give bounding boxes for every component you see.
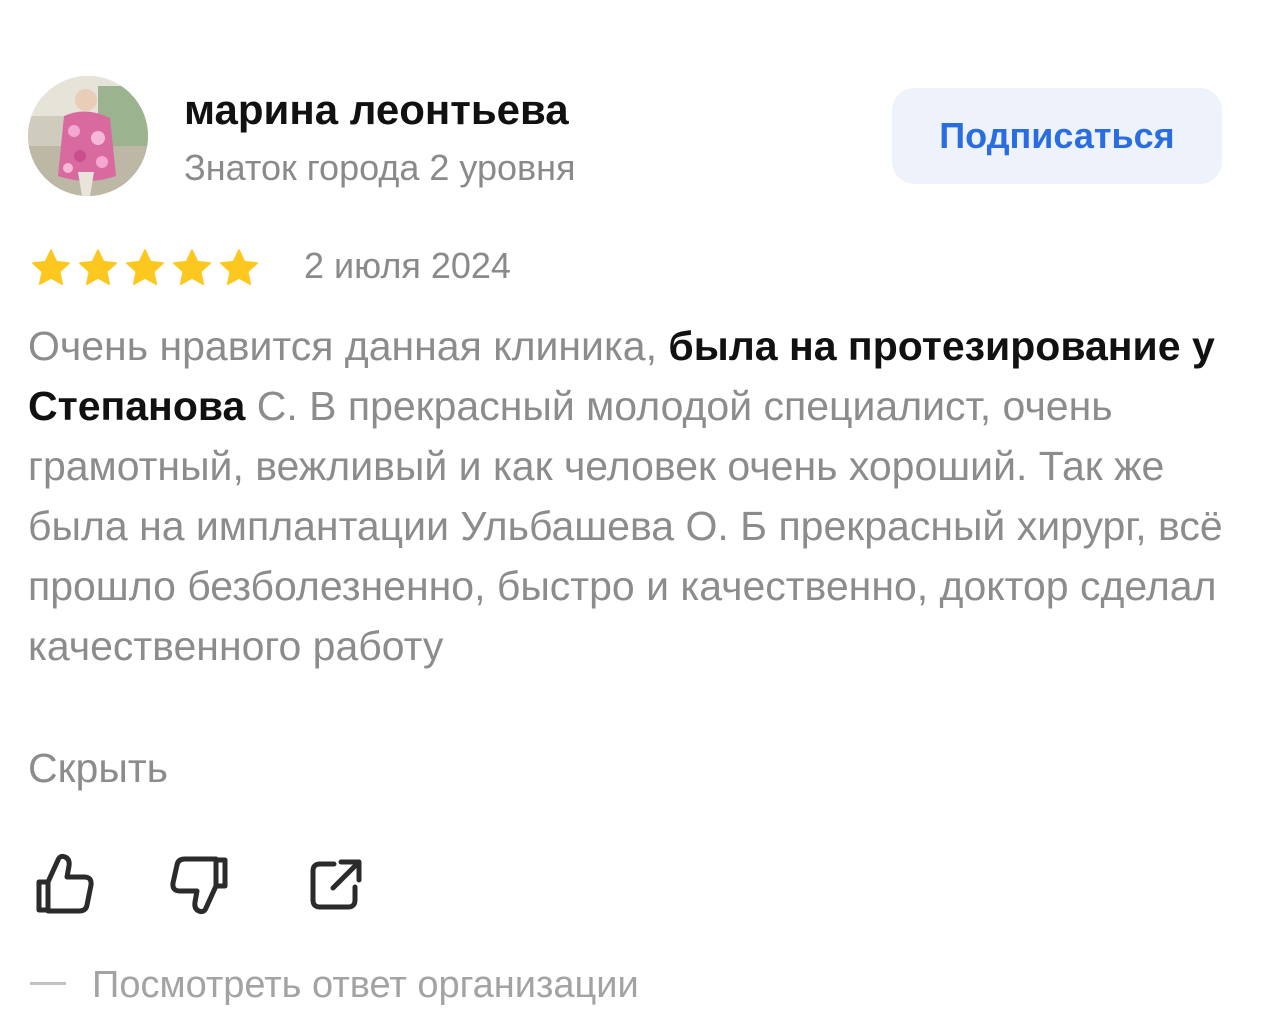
author-avatar[interactable] [28, 76, 148, 196]
like-button[interactable] [32, 850, 96, 918]
star-icon [77, 247, 119, 289]
review-text-part1: Очень нравится данная клиника, [28, 323, 669, 369]
thumbs-down-icon [170, 856, 228, 915]
thumbs-up-icon [36, 853, 94, 914]
star-icon [124, 247, 166, 289]
star-icon [218, 247, 260, 289]
author-level: Знаток города 2 уровня [184, 147, 576, 188]
rating-stars [30, 244, 260, 292]
star-icon [30, 247, 72, 289]
author-name[interactable]: марина леонтьева [184, 84, 569, 136]
subscribe-button[interactable]: Подписаться [892, 88, 1222, 184]
user-photo-avatar [28, 76, 148, 196]
view-org-answer-label: Посмотреть ответ организации [92, 964, 639, 1006]
star-icon [171, 247, 213, 289]
share-button[interactable] [304, 850, 368, 918]
review-date: 2 июля 2024 [304, 245, 511, 286]
review-text: Очень нравится данная клиника, была на п… [28, 316, 1238, 676]
dislike-button[interactable] [168, 850, 232, 918]
hide-link[interactable]: Скрыть [28, 738, 168, 798]
dash-divider [30, 982, 66, 986]
view-org-answer-link[interactable]: Посмотреть ответ организации [28, 960, 639, 1010]
share-icon [310, 859, 362, 910]
